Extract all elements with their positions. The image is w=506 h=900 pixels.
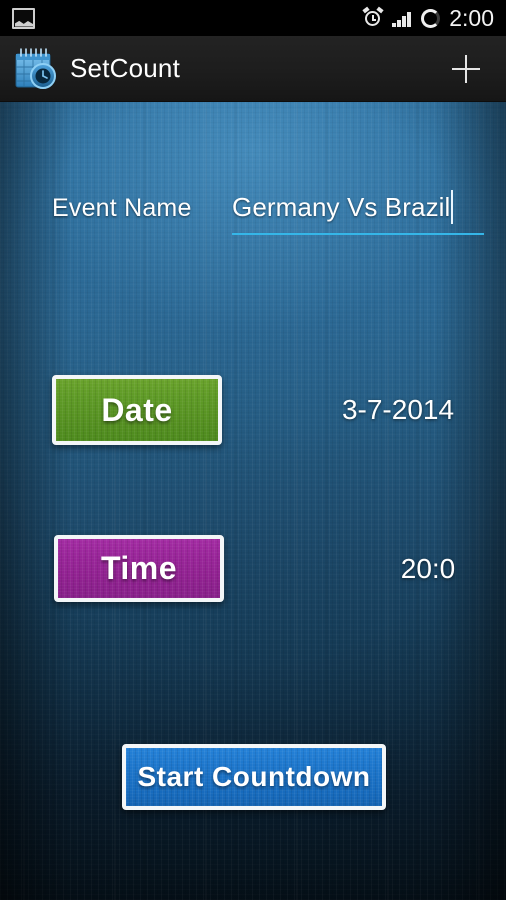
status-bar: 2:00 (0, 0, 506, 36)
content-area: Event Name Germany Vs Brazil Date 3-7-20… (0, 102, 506, 900)
date-button-label: Date (101, 391, 173, 428)
app-title: SetCount (70, 53, 181, 83)
date-button[interactable]: Date (52, 375, 222, 445)
form-fields: Event Name Germany Vs Brazil Date 3-7-20… (0, 102, 506, 900)
alarm-clock-icon (362, 6, 384, 28)
text-cursor (451, 190, 453, 224)
photo-icon (12, 7, 35, 29)
add-icon[interactable] (444, 47, 488, 91)
circle-ring-icon (421, 8, 441, 28)
start-countdown-button[interactable]: Start Countdown (122, 744, 386, 810)
time-value: 20:0 (400, 553, 456, 584)
signal-bars-icon (392, 10, 412, 27)
status-bar-notifications (12, 7, 35, 29)
date-value: 3-7-2014 (341, 394, 455, 425)
event-name-label: Event Name (52, 194, 192, 222)
action-bar: SetCount (0, 36, 506, 102)
event-name-input[interactable]: Germany Vs Brazil (232, 187, 484, 235)
status-bar-system: 2:00 (362, 4, 494, 31)
event-name-value: Germany Vs Brazil (232, 192, 451, 222)
app-screen: 2:00 SetCount Event Name Germany Vs Braz… (0, 0, 506, 900)
status-bar-clock: 2:00 (449, 4, 494, 31)
calendar-clock-icon (12, 46, 58, 92)
time-button-label: Time (100, 550, 178, 586)
start-countdown-label: Start Countdown (137, 761, 371, 792)
time-button[interactable]: Time (54, 535, 224, 602)
